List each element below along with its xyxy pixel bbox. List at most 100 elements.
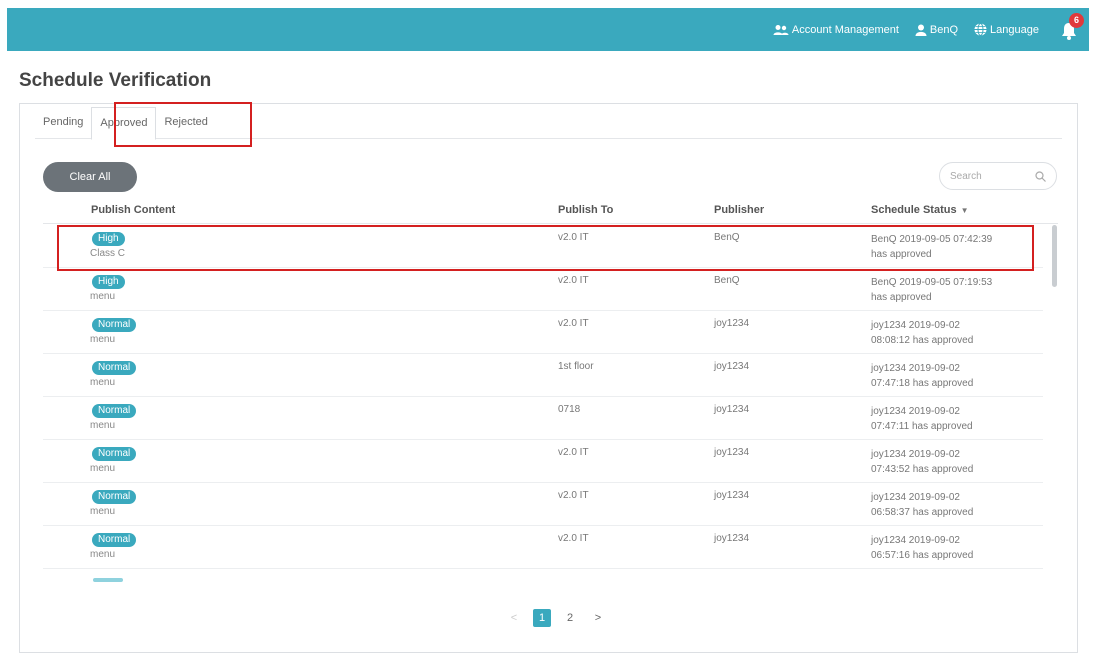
language-label: Language: [990, 23, 1039, 36]
publisher-cell: BenQ: [714, 232, 740, 243]
pagination: < 1 2 >: [505, 609, 607, 627]
table-scrollbar[interactable]: [1052, 225, 1058, 575]
account-management-label: Account Management: [791, 23, 899, 36]
table-row[interactable]: Normal menu 1st floor joy1234 joy1234 20…: [43, 354, 1043, 397]
table-row[interactable]: Normal menu v2.0 IT joy1234 joy1234 2019…: [43, 483, 1043, 526]
tab-approved[interactable]: Approved: [91, 107, 157, 140]
sort-caret-icon[interactable]: ▼: [961, 206, 969, 215]
column-schedule-status-label: Schedule Status: [871, 204, 957, 216]
status-line2: 08:08:12 has approved: [871, 335, 974, 346]
column-schedule-status[interactable]: Schedule Status ▼: [871, 204, 969, 216]
content-card: Pending Approved Rejected Clear All Publ…: [19, 102, 1078, 653]
status-line2: 07:47:11 has approved: [871, 421, 973, 432]
content-name: menu: [90, 549, 116, 560]
publisher-cell: BenQ: [714, 275, 740, 286]
status-line2: has approved: [871, 292, 932, 303]
table-row[interactable]: Normal menu 0718 joy1234 joy1234 2019-09…: [43, 397, 1043, 440]
status-cell: joy1234 2019-09-02 08:08:12 has approved: [871, 318, 996, 348]
users-icon: [773, 24, 789, 35]
status-line1: BenQ 2019-09-05 07:42:39: [871, 234, 993, 245]
publish-to-cell: 0718: [558, 404, 581, 415]
table-row[interactable]: Normal menu v2.0 IT joy1234 joy1234 2019…: [43, 311, 1043, 354]
publish-to-cell: 1st floor: [558, 361, 594, 372]
content-name: menu: [90, 334, 116, 345]
content-name: Class C: [90, 248, 126, 259]
publish-to-cell: v2.0 IT: [558, 490, 589, 501]
tab-pending[interactable]: Pending: [35, 107, 91, 139]
status-line1: joy1234 2019-09-02: [871, 492, 960, 503]
status-line2: 06:58:37 has approved: [871, 507, 974, 518]
search-box[interactable]: [939, 162, 1057, 190]
status-line1: joy1234 2019-09-02: [871, 320, 960, 331]
table-row[interactable]: High Class C v2.0 IT BenQ BenQ 2019-09-0…: [43, 225, 1043, 268]
publisher-cell: joy1234: [714, 318, 750, 329]
search-icon[interactable]: [1035, 170, 1046, 182]
top-nav: Account Management BenQ Language 6: [773, 8, 1084, 51]
publish-to-cell: v2.0 IT: [558, 232, 589, 243]
content-name: menu: [90, 506, 116, 517]
content-name: menu: [90, 420, 116, 431]
notification-badge: 6: [1069, 12, 1084, 28]
priority-badge: Normal: [92, 533, 137, 547]
publish-to-cell: v2.0 IT: [558, 447, 589, 458]
search-input[interactable]: [950, 170, 1030, 182]
table-body: High Class C v2.0 IT BenQ BenQ 2019-09-0…: [43, 225, 1043, 575]
page-2-button[interactable]: 2: [561, 609, 579, 627]
priority-badge: High: [92, 275, 125, 289]
status-line2: 06:57:16 has approved: [871, 550, 974, 561]
column-publisher: Publisher: [714, 204, 765, 216]
publisher-cell: joy1234: [714, 490, 750, 501]
content-name: menu: [90, 463, 116, 474]
notifications-button[interactable]: 6: [1059, 12, 1084, 40]
top-bar: Account Management BenQ Language 6: [7, 8, 1089, 51]
column-publish-to: Publish To: [558, 204, 614, 216]
clear-all-button[interactable]: Clear All: [43, 162, 137, 192]
table-row[interactable]: High menu v2.0 IT BenQ BenQ 2019-09-05 0…: [43, 268, 1043, 311]
tab-bar: Pending Approved Rejected: [35, 102, 1062, 147]
status-line2: 07:43:52 has approved: [871, 464, 974, 475]
publisher-cell: joy1234: [714, 447, 750, 458]
status-line2: has approved: [871, 249, 932, 260]
publish-to-cell: v2.0 IT: [558, 275, 589, 286]
priority-badge: Normal: [92, 404, 137, 418]
status-line1: joy1234 2019-09-02: [871, 406, 960, 417]
user-name: BenQ: [929, 23, 959, 36]
status-line1: BenQ 2019-09-05 07:19:53: [871, 277, 993, 288]
publish-to-cell: v2.0 IT: [558, 318, 589, 329]
publisher-cell: joy1234: [714, 361, 750, 372]
status-cell: joy1234 2019-09-02 07:47:18 has approved: [871, 361, 996, 391]
page-1-button[interactable]: 1: [533, 609, 551, 627]
table-header: Publish Content Publish To Publisher Sch…: [43, 200, 1058, 224]
status-cell: joy1234 2019-09-02 06:58:37 has approved: [871, 490, 996, 520]
language-menu[interactable]: Language: [974, 23, 1039, 36]
priority-badge: Normal: [92, 318, 137, 332]
publisher-cell: joy1234: [714, 404, 750, 415]
status-cell: joy1234 2019-09-02 07:47:11 has approved: [871, 404, 996, 434]
column-publish-content: Publish Content: [91, 204, 176, 216]
user-menu[interactable]: BenQ: [915, 24, 958, 36]
publisher-cell: joy1234: [714, 533, 750, 544]
next-page-button[interactable]: >: [589, 609, 607, 627]
table-row[interactable]: Normal menu v2.0 IT joy1234 joy1234 2019…: [43, 440, 1043, 483]
status-cell: BenQ 2019-09-05 07:42:39 has approved: [871, 232, 996, 262]
user-icon: [915, 24, 927, 36]
publish-to-cell: v2.0 IT: [558, 533, 589, 544]
status-cell: BenQ 2019-09-05 07:19:53 has approved: [871, 275, 996, 305]
content-name: menu: [90, 291, 116, 302]
globe-icon: [974, 23, 987, 36]
scrollbar-thumb[interactable]: [1052, 225, 1057, 287]
page-title: Schedule Verification: [19, 70, 212, 91]
status-cell: joy1234 2019-09-02 07:43:52 has approved: [871, 447, 996, 477]
prev-page-button[interactable]: <: [505, 609, 523, 627]
priority-badge: Normal: [92, 490, 137, 504]
status-line1: joy1234 2019-09-02: [871, 363, 960, 374]
content-name: menu: [90, 377, 116, 388]
status-line1: joy1234 2019-09-02: [871, 535, 960, 546]
table-row[interactable]: Normal menu v2.0 IT joy1234 joy1234 2019…: [43, 526, 1043, 569]
account-management-link[interactable]: Account Management: [773, 24, 899, 36]
tab-rejected[interactable]: Rejected: [156, 107, 215, 139]
priority-badge: High: [92, 232, 125, 246]
priority-badge: Normal: [92, 361, 137, 375]
status-line1: joy1234 2019-09-02: [871, 449, 960, 460]
priority-badge: Normal: [92, 447, 137, 461]
